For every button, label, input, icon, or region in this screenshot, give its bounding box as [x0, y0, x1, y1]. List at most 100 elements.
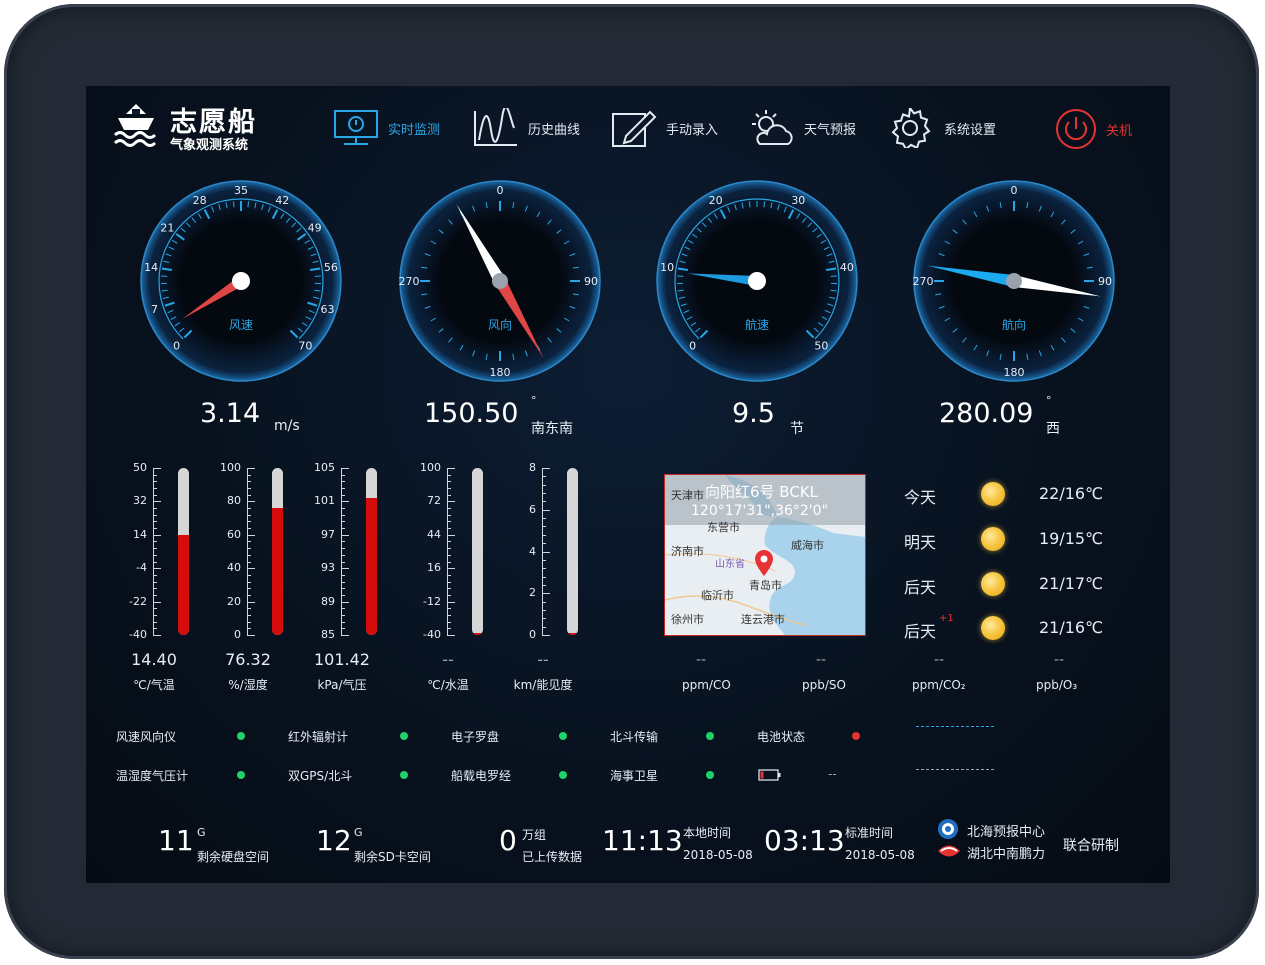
gauge-tick-label: 63 — [321, 303, 335, 316]
status-dot-ok — [237, 732, 245, 740]
thermometer-scale: 100 80 60 40 20 0 — [211, 461, 267, 641]
heading-degree: ° — [1046, 394, 1052, 407]
thermometer-tick-label: -40 — [423, 628, 441, 641]
sd-space-value: 12 — [316, 824, 352, 857]
gauge-tick-label: 90 — [584, 275, 598, 288]
thermometer-tick — [341, 635, 349, 636]
thermometer-tick — [247, 501, 255, 503]
gauge-tick-label: 42 — [275, 194, 289, 207]
thermometer-tick-label: 40 — [227, 561, 241, 575]
divider-line — [916, 726, 994, 727]
map-place: 天津市 — [671, 489, 704, 502]
thermometer-tick — [542, 468, 550, 469]
local-time-label: 本地时间 — [683, 826, 732, 840]
power-button[interactable]: 关机 — [1054, 108, 1132, 150]
gas-co-value: -- — [696, 652, 707, 668]
thermometer-tick — [153, 568, 161, 570]
disk-space-unit: G — [197, 826, 206, 839]
location-pin-icon[interactable] — [753, 549, 775, 577]
thermometer-value: 101.42 — [314, 650, 370, 669]
forecast-day: 明天 — [904, 533, 937, 552]
thermometer-tick — [542, 551, 550, 553]
status-dot-ok — [237, 771, 245, 779]
thermometer: 105 101 97 93 89 85 — [305, 461, 389, 641]
thermometer-tick — [247, 534, 255, 536]
wind-direction-degree: ° — [531, 394, 537, 407]
thermometer: 100 72 44 16 -12 -40 — [411, 461, 495, 641]
thermometer-tick-label: -22 — [129, 594, 147, 608]
map-place: 东营市 — [707, 521, 740, 534]
thermometer-scale: 50 32 14 -4 -22 -40 — [117, 461, 173, 641]
thermometer-tick-label: 6 — [529, 502, 536, 516]
thermometer-tick-label: 50 — [133, 461, 147, 474]
weather-icon — [752, 110, 793, 145]
gauge-hub — [492, 273, 508, 289]
gas-co2-label: ppm/CO₂ — [912, 678, 966, 692]
thermometer-label: kPa/气压 — [317, 678, 367, 692]
thermometer-tick-label: 100 — [420, 461, 441, 474]
thermometer-rail — [247, 468, 248, 635]
thermometer-tick-label: 100 — [220, 461, 241, 474]
status-dot-ok — [400, 732, 408, 740]
thermometer-tick — [447, 534, 455, 536]
uploaded-value: 0 — [499, 824, 517, 857]
gauge-hub — [748, 272, 766, 290]
thermometer-tube — [272, 468, 283, 635]
thermometer: 50 32 14 -4 -22 -40 — [117, 461, 201, 641]
gauge-label: 航速 — [745, 317, 769, 332]
thermometer-tick-label: 32 — [133, 494, 147, 508]
thermometer-tick — [341, 501, 349, 503]
thermometer-tick-label: 80 — [227, 494, 241, 508]
battery-value: -- — [828, 767, 837, 781]
gauge-tick-label: 0 — [173, 339, 180, 352]
joint-development-label: 联合研制 — [1063, 838, 1119, 854]
gear-icon — [891, 108, 931, 148]
nav-history[interactable]: 历史曲线 — [472, 108, 580, 148]
thermometer-fill — [272, 508, 283, 635]
thermometer-tube — [472, 468, 483, 635]
divider-line — [916, 769, 994, 770]
nav-manual-input[interactable]: 手动录入 — [610, 108, 718, 148]
thermometer-tick — [153, 501, 161, 503]
sun-icon — [981, 572, 1005, 596]
battery-icon — [758, 769, 781, 781]
thermometer-tube — [567, 468, 578, 635]
thermometer-tube — [178, 468, 189, 635]
thermometer-label: %/湿度 — [228, 678, 268, 692]
ship-speed-gauge: 0 10 20 30 40 50 航速 — [656, 180, 858, 382]
status-label: 船载电罗经 — [451, 769, 512, 783]
gauge-tick-label: 10 — [660, 261, 674, 274]
thermometer-rail — [341, 468, 342, 635]
thermometer-tick-label: 16 — [427, 561, 441, 575]
sun-icon — [981, 482, 1005, 506]
nav-settings[interactable]: 系统设置 — [888, 108, 996, 148]
company-logo-icon — [938, 845, 960, 857]
status-dot-ok — [559, 732, 567, 740]
gauge-tick-label: 270 — [399, 275, 420, 288]
thermometer-tick — [341, 601, 349, 603]
forecast-temp: 22/16℃ — [1039, 484, 1104, 503]
thermometer-tick-label: 72 — [427, 494, 441, 508]
gauge-tick-label: 40 — [840, 261, 854, 274]
thermometer-tick-label: 20 — [227, 594, 241, 608]
map-place: 徐州市 — [671, 613, 704, 626]
gauge-label: 风向 — [488, 317, 512, 332]
thermometer-tick-label: 60 — [227, 527, 241, 541]
nav-forecast[interactable]: 天气预报 — [748, 108, 856, 148]
forecast-temp: 19/15℃ — [1039, 529, 1104, 548]
status-label: 电池状态 — [757, 730, 806, 744]
nav-realtime[interactable]: 实时监测 — [332, 108, 440, 148]
chart-line-icon — [474, 108, 517, 146]
thermometer-label: ℃/水温 — [427, 678, 469, 692]
wind-speed-value: 3.14 — [200, 398, 261, 429]
thermometer-scale: 105 101 97 93 89 85 — [305, 461, 361, 641]
map-panel[interactable]: 向阳红6号 BCKL 120°17'31",36°2'0" 天津市 东营市 济南… — [664, 474, 866, 636]
thermometer-tick — [341, 568, 349, 570]
gas-co-label: ppm/CO — [682, 678, 731, 692]
gauge-tick-label: 90 — [1098, 275, 1112, 288]
thermometer-value: -- — [537, 650, 549, 669]
gauge-tick-label: 21 — [160, 222, 174, 235]
thermometer-tick-label: 0 — [529, 628, 536, 641]
thermometer: 100 80 60 40 20 0 — [211, 461, 295, 641]
ship-logo-icon — [113, 104, 157, 147]
